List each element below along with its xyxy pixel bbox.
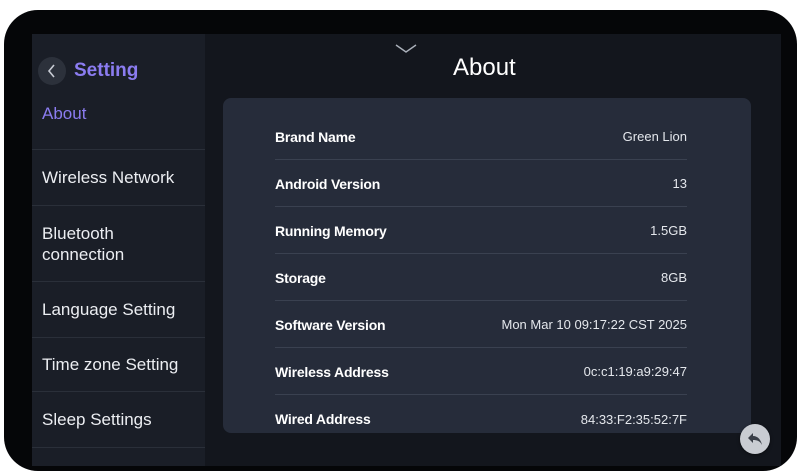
sidebar-item-label: About — [42, 104, 87, 123]
sidebar-item-wireless-network[interactable]: Wireless Network — [32, 150, 205, 206]
info-row-storage: Storage 8GB — [275, 255, 687, 301]
chevron-down-icon[interactable] — [395, 44, 417, 54]
info-value: 1.5GB — [650, 223, 687, 238]
info-label: Running Memory — [275, 222, 387, 239]
info-label: Software Version — [275, 316, 386, 333]
info-value: 0c:c1:19:a9:29:47 — [583, 364, 687, 379]
sidebar-header: Setting — [38, 56, 138, 86]
back-button[interactable] — [38, 57, 66, 85]
info-row-software: Software Version Mon Mar 10 09:17:22 CST… — [275, 302, 687, 348]
return-arrow-icon — [748, 433, 762, 445]
info-label: Android Version — [275, 175, 381, 192]
info-panel: Brand Name Green Lion Android Version 13… — [223, 98, 751, 433]
sidebar-item-label: Bluetooth connection — [42, 223, 125, 264]
info-label: Wired Address — [275, 411, 371, 427]
chevron-left-icon — [47, 64, 55, 78]
sidebar-item-about[interactable]: About — [32, 100, 205, 150]
sidebar-title: Setting — [74, 60, 139, 81]
info-row-android: Android Version 13 — [275, 161, 687, 207]
info-value: 13 — [672, 176, 687, 191]
info-row-brand: Brand Name Green Lion — [275, 114, 687, 160]
info-value: Green Lion — [622, 129, 687, 144]
device-frame: Setting About Wireless Network Bluetooth… — [4, 10, 797, 471]
info-row-memory: Running Memory 1.5GB — [275, 208, 687, 254]
sidebar-item-language[interactable]: Language Setting — [32, 282, 205, 338]
page-title: About — [453, 54, 516, 81]
info-label: Brand Name — [275, 128, 356, 145]
info-value: 8GB — [660, 270, 687, 285]
sidebar-item-sleep[interactable]: Sleep Settings — [32, 392, 205, 448]
sidebar-menu: About Wireless Network Bluetooth connect… — [32, 100, 205, 448]
info-value: 84:33:F2:35:52:7F — [580, 411, 687, 427]
sidebar-item-label: Language Setting — [42, 300, 176, 319]
sidebar-item-time-zone[interactable]: Time zone Setting — [32, 338, 205, 392]
info-row-wireless-address: Wireless Address 0c:c1:19:a9:29:47 — [275, 349, 687, 395]
sidebar: Setting About Wireless Network Bluetooth… — [32, 34, 205, 466]
sidebar-item-label: Sleep Settings — [42, 410, 152, 429]
sidebar-item-label: Time zone Setting — [42, 355, 179, 374]
info-value: Mon Mar 10 09:17:22 CST 2025 — [501, 317, 688, 332]
return-button[interactable] — [740, 424, 770, 454]
info-label: Storage — [275, 269, 326, 286]
sidebar-item-bluetooth[interactable]: Bluetooth connection — [32, 206, 205, 282]
sidebar-item-label: Wireless Network — [42, 168, 175, 187]
info-row-wired-address: Wired Address 84:33:F2:35:52:7F — [275, 396, 687, 433]
info-label: Wireless Address — [275, 363, 389, 380]
screen: Setting About Wireless Network Bluetooth… — [32, 34, 781, 466]
